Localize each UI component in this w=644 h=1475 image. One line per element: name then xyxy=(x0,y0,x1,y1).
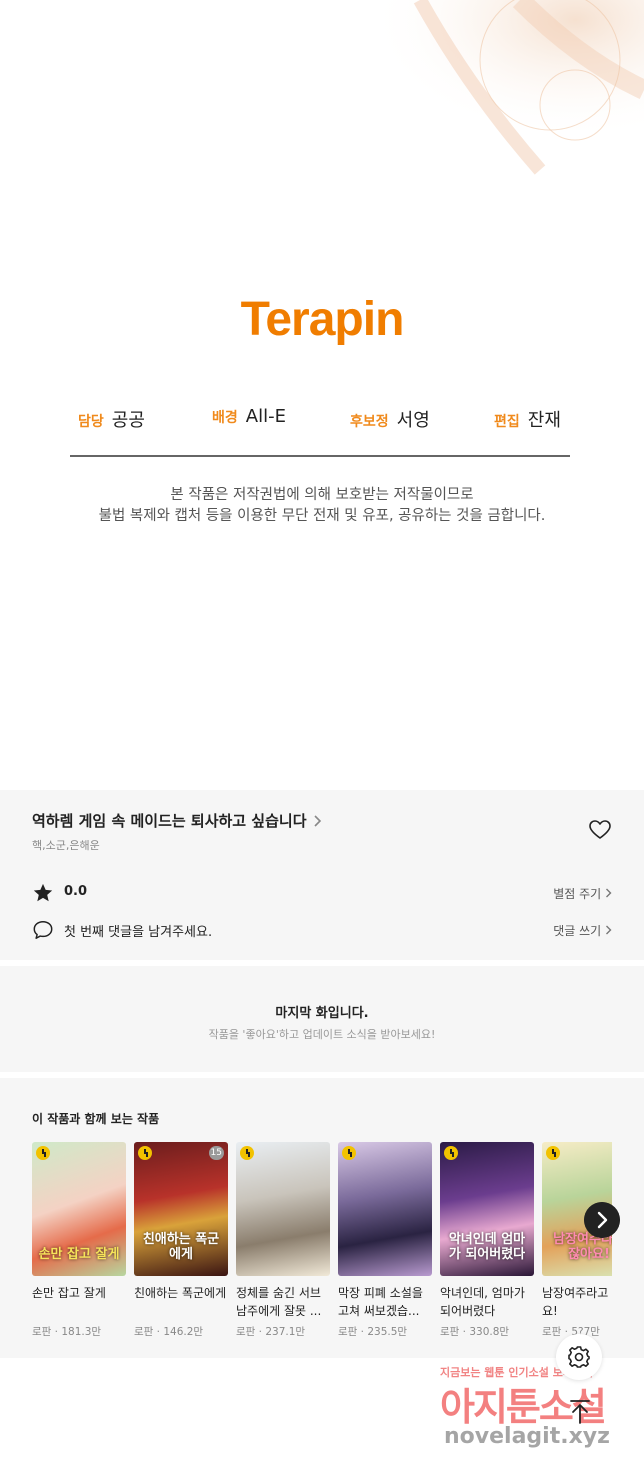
clock-icon xyxy=(240,1146,254,1160)
write-comment-label: 댓글 쓰기 xyxy=(553,924,602,938)
comment-prompt: 첫 번째 댓글을 남겨주세요. xyxy=(64,925,213,940)
write-comment-button[interactable]: 댓글 쓰기 xyxy=(553,922,612,939)
cover-image xyxy=(338,1142,432,1276)
recommendation-card[interactable]: 손만 잡고 잘게 손만 잡고 잘게 로판 · 181.3만 xyxy=(32,1142,126,1339)
age-rating-badge: 15 xyxy=(208,1146,224,1160)
last-episode-subtitle: 작품을 '좋아요'하고 업데이트 소식을 받아보세요! xyxy=(208,1028,436,1041)
rating-value: 0.0 xyxy=(64,884,88,899)
speech-bubble-icon xyxy=(33,921,53,939)
copyright-line: 본 작품은 저작권법에 의해 보호받는 저작물이므로 xyxy=(170,487,474,503)
carousel-next-button[interactable] xyxy=(584,1202,620,1238)
chevron-right-icon xyxy=(606,925,612,935)
credit-role: 담당 xyxy=(78,414,104,430)
clock-icon xyxy=(546,1146,560,1160)
scroll-top-button[interactable] xyxy=(560,1392,600,1432)
card-title: 손만 잡고 잘게 xyxy=(32,1286,106,1300)
recommendations-panel: 이 작품과 함께 보는 작품 손만 잡고 잘게 손만 잡고 잘게 로판 · 18… xyxy=(0,1078,644,1358)
credit-item: 담당 공공 xyxy=(78,406,145,432)
recommendation-card[interactable]: 정체를 숨긴 서브 남주에게 잘못 ... 로판 · 237.1만 xyxy=(236,1142,330,1339)
cover-title: 친애하는 폭군에게 xyxy=(142,1232,220,1262)
card-meta: 로판 · 235.5만 xyxy=(338,1326,408,1338)
clock-icon xyxy=(138,1146,152,1160)
cover-title: 손만 잡고 잘게 xyxy=(38,1247,120,1262)
card-meta: 로판 · 181.3만 xyxy=(32,1326,102,1338)
cover-image: 악녀인데 엄마가 되어버렸다 xyxy=(440,1142,534,1276)
gear-icon xyxy=(568,1346,590,1368)
rate-button[interactable]: 별점 주기 xyxy=(553,885,612,902)
card-meta: 로판 · 237.1만 xyxy=(236,1326,306,1338)
arrow-up-icon xyxy=(570,1400,590,1424)
cover-image xyxy=(236,1142,330,1276)
credit-person: 잔재 xyxy=(527,410,561,431)
cover-image: 손만 잡고 잘게 xyxy=(32,1142,126,1276)
chevron-right-icon xyxy=(313,814,321,827)
chevron-right-icon xyxy=(606,888,612,898)
studio-logo: Terapin xyxy=(240,293,405,346)
rating-row: 0.0 별점 주기 xyxy=(32,880,612,906)
credit-person: All-E xyxy=(245,406,286,427)
clock-icon xyxy=(444,1146,458,1160)
credit-item: 후보정 서영 xyxy=(350,406,430,432)
card-meta: 로판 · 146.2만 xyxy=(134,1326,204,1338)
credit-role: 후보정 xyxy=(350,414,389,430)
copyright-notice: 본 작품은 저작권법에 의해 보호받는 저작물이므로 불법 복제와 캡처 등을 … xyxy=(0,485,644,527)
card-title: 정체를 숨긴 서브 남주에게 잘못 ... xyxy=(236,1286,322,1318)
credit-role: 편집 xyxy=(494,414,520,430)
work-title-link[interactable]: 역하렘 게임 속 메이드는 퇴사하고 싶습니다 xyxy=(32,810,323,831)
card-title: 남장여주라고 잖아요! xyxy=(542,1286,612,1318)
work-info-panel: 역하렘 게임 속 메이드는 퇴사하고 싶습니다 핵,소군,은해운 0.0 별점 … xyxy=(0,790,644,960)
work-title: 역하렘 게임 속 메이드는 퇴사하고 싶습니다 xyxy=(32,812,307,830)
recommendations-carousel: 손만 잡고 잘게 손만 잡고 잘게 로판 · 181.3만 15 친애하는 폭군… xyxy=(32,1142,612,1352)
last-episode-title: 마지막 화입니다. xyxy=(275,1006,369,1021)
recommendation-card[interactable]: 악녀인데 엄마가 되어버렸다 악녀인데, 엄마가 되어버렸다 로판 · 330.… xyxy=(440,1142,534,1339)
settings-button[interactable] xyxy=(556,1334,602,1380)
card-title: 막장 피폐 소설을 고쳐 써보겠습... xyxy=(338,1286,423,1318)
recommendation-card[interactable]: 15 친애하는 폭군에게 친애하는 폭군에게 로판 · 146.2만 xyxy=(134,1142,228,1339)
credit-role: 배경 xyxy=(212,410,238,426)
recommendations-heading: 이 작품과 함께 보는 작품 xyxy=(32,1112,160,1126)
credit-item: 편집 잔재 xyxy=(494,406,561,432)
heart-outline-icon[interactable] xyxy=(588,818,612,842)
clock-icon xyxy=(36,1146,50,1160)
credits-divider xyxy=(70,455,570,457)
card-title: 악녀인데, 엄마가 되어버렸다 xyxy=(440,1286,525,1318)
credit-person: 공공 xyxy=(111,410,145,431)
comment-row: 첫 번째 댓글을 남겨주세요. 댓글 쓰기 xyxy=(32,917,612,943)
credits-row: 담당 공공 배경 All-E 후보정 서영 편집 잔재 xyxy=(70,406,570,438)
copyright-line: 불법 복제와 캡처 등을 이용한 무단 전재 및 유포, 공유하는 것을 금합니… xyxy=(98,508,546,524)
last-episode-panel: 마지막 화입니다. 작품을 '좋아요'하고 업데이트 소식을 받아보세요! xyxy=(0,966,644,1072)
credit-item: 배경 All-E xyxy=(212,406,286,427)
star-icon xyxy=(33,883,53,902)
decorative-sparkle-background xyxy=(300,0,644,200)
rate-button-label: 별점 주기 xyxy=(553,887,602,901)
viewer-page: Terapin 담당 공공 배경 All-E 후보정 서영 편집 잔재 본 작품은 저작… xyxy=(0,0,644,1475)
card-meta: 로판 · 330.8만 xyxy=(440,1326,510,1338)
recommendation-card[interactable]: 막장 피폐 소설을 고쳐 써보겠습... 로판 · 235.5만 xyxy=(338,1142,432,1339)
cover-image: 15 친애하는 폭군에게 xyxy=(134,1142,228,1276)
cover-title: 악녀인데 엄마가 되어버렸다 xyxy=(448,1232,526,1262)
work-authors: 핵,소군,은해운 xyxy=(32,839,100,852)
credit-person: 서영 xyxy=(396,410,430,431)
card-title: 친애하는 폭군에게 xyxy=(134,1286,227,1300)
clock-icon xyxy=(342,1146,356,1160)
recommendation-card[interactable]: 남장여주라고 잖아요! 남장여주라고 잖아요! 로판 · 5?7만 xyxy=(542,1142,612,1339)
